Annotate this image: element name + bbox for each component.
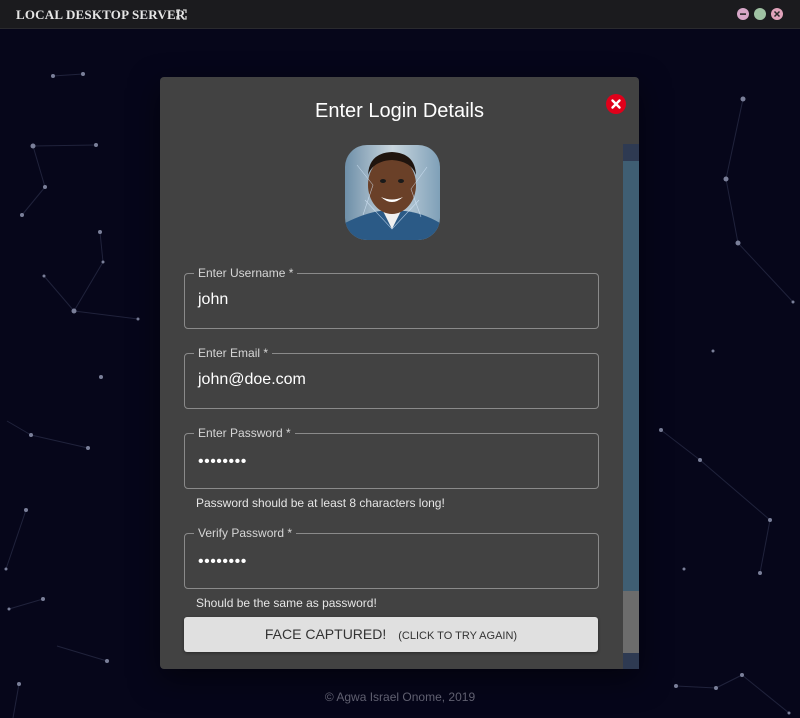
face-avatar xyxy=(345,145,440,240)
password-input[interactable]: •••••••• xyxy=(198,453,247,471)
scrollbar-track-lower[interactable] xyxy=(623,591,639,653)
minimize-icon[interactable] xyxy=(737,8,749,20)
username-label: Enter Username * xyxy=(194,266,298,280)
email-label: Enter Email * xyxy=(194,346,273,360)
email-field[interactable]: Enter Email * john@doe.com xyxy=(184,346,599,409)
login-modal: Enter Login Details Enter Username * joh… xyxy=(160,77,639,669)
title-bar: LOCAL DESKTOP SERVER xyxy=(0,0,800,29)
footer-copyright: © Agwa Israel Onome, 2019 xyxy=(324,690,476,704)
maximize-icon[interactable] xyxy=(754,8,766,20)
password-label: Enter Password * xyxy=(194,426,295,440)
scrollbar-thumb[interactable] xyxy=(623,161,639,591)
username-input[interactable]: john xyxy=(198,291,228,309)
password-helper-text: Password should be at least 8 characters… xyxy=(196,496,445,510)
expand-icon[interactable] xyxy=(176,7,187,20)
email-input[interactable]: john@doe.com xyxy=(198,371,306,389)
verify-password-label: Verify Password * xyxy=(194,526,297,540)
verify-password-helper-text: Should be the same as password! xyxy=(196,596,377,610)
window-close-icon[interactable] xyxy=(771,8,783,20)
modal-title: Enter Login Details xyxy=(315,100,484,122)
window-title: LOCAL DESKTOP SERVER xyxy=(16,7,186,22)
verify-password-field[interactable]: Verify Password * •••••••• xyxy=(184,526,599,589)
password-field[interactable]: Enter Password * •••••••• xyxy=(184,426,599,489)
modal-scrollbar[interactable] xyxy=(623,144,639,669)
face-capture-sublabel: (CLICK TO TRY AGAIN) xyxy=(398,630,518,642)
face-capture-label: FACE CAPTURED! xyxy=(264,626,387,642)
modal-close-icon[interactable] xyxy=(606,94,626,114)
face-capture-button[interactable]: FACE CAPTURED! (CLICK TO TRY AGAIN) xyxy=(184,617,598,652)
verify-password-input[interactable]: •••••••• xyxy=(198,553,247,571)
username-field[interactable]: Enter Username * john xyxy=(184,266,599,329)
